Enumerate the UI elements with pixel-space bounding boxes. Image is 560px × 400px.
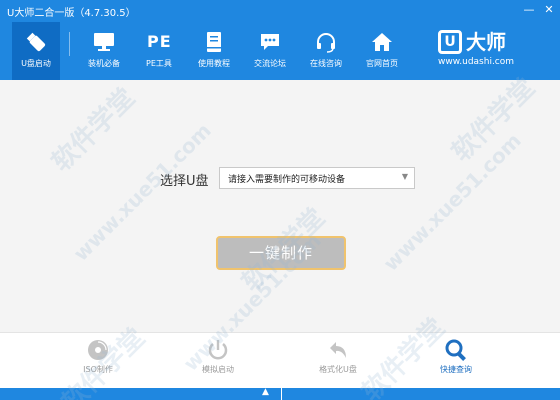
tool-simulate-boot[interactable]: 模拟启动: [178, 333, 258, 389]
nav-separator: [69, 32, 70, 56]
brand-logo: U 大师 www.udashi.com: [430, 30, 540, 70]
nav-item-label: PE工具: [146, 59, 172, 68]
monitor-icon: [94, 33, 114, 51]
nav-item-online-consult[interactable]: 在线咨询: [302, 22, 350, 80]
book-icon: [207, 32, 221, 52]
tool-label: 格式化U盘: [319, 365, 357, 374]
nav-item-home[interactable]: 官网首页: [358, 22, 406, 80]
brand-url: www.udashi.com: [438, 57, 515, 67]
nav-item-usb-boot[interactable]: U盘启动: [12, 22, 60, 80]
main-panel: 选择U盘 请接入需要制作的可移动设备 ▼ 一键制作: [0, 80, 560, 332]
pe-icon: PE: [147, 32, 172, 51]
tool-bar: ISO制作 模拟启动 格式化U盘 快捷查询: [0, 332, 560, 388]
close-button[interactable]: ✕: [542, 3, 556, 17]
disc-icon: [88, 340, 108, 360]
main-nav: U盘启动 装机必备 PE PE工具 使用教程 交流论坛 在线咨询 官网首页: [0, 22, 420, 80]
status-divider: [281, 388, 282, 400]
device-select[interactable]: 请接入需要制作的可移动设备 ▼: [219, 167, 415, 189]
power-icon: [208, 340, 228, 360]
expand-arrow-icon[interactable]: ▲: [262, 387, 269, 397]
one-click-make-button[interactable]: 一键制作: [216, 236, 346, 270]
brand-name: 大师: [466, 30, 506, 54]
usb-drive-icon: [26, 32, 46, 52]
select-usb-label: 选择U盘: [160, 174, 209, 189]
chevron-down-icon: ▼: [401, 172, 408, 181]
magnifier-icon: [445, 339, 466, 361]
device-select-value: 请接入需要制作的可移动设备: [228, 175, 346, 185]
nav-item-install-essentials[interactable]: 装机必备: [80, 22, 128, 80]
chat-bubble-icon: [261, 34, 279, 50]
nav-item-label: 交流论坛: [254, 59, 286, 68]
headset-icon: [317, 33, 335, 53]
minimize-button[interactable]: —: [522, 3, 536, 17]
home-icon: [372, 33, 392, 51]
tool-format-usb[interactable]: 格式化U盘: [298, 333, 378, 389]
tool-label: 快捷查询: [440, 365, 472, 374]
nav-item-tutorial[interactable]: 使用教程: [190, 22, 238, 80]
tool-quick-query[interactable]: 快捷查询: [416, 333, 496, 389]
tool-label: 模拟启动: [202, 365, 234, 374]
nav-item-label: 装机必备: [88, 59, 120, 68]
tool-iso-make[interactable]: ISO制作: [58, 333, 138, 389]
nav-item-forum[interactable]: 交流论坛: [246, 22, 294, 80]
nav-item-pe-tools[interactable]: PE PE工具: [135, 22, 183, 80]
nav-item-label: U盘启动: [21, 59, 51, 68]
tool-label: ISO制作: [83, 365, 113, 374]
app-title: U大师二合一版（4.7.30.5）: [7, 8, 136, 19]
header: U大师二合一版（4.7.30.5） — ✕ U盘启动 装机必备 PE PE工具 …: [0, 0, 560, 80]
title-bar[interactable]: U大师二合一版（4.7.30.5） — ✕: [0, 0, 560, 22]
nav-item-label: 使用教程: [198, 59, 230, 68]
undo-arrow-icon: [330, 342, 346, 358]
brand-mark: U: [438, 30, 462, 54]
status-bar: ▲: [0, 387, 560, 400]
nav-item-label: 在线咨询: [310, 59, 342, 68]
nav-item-label: 官网首页: [366, 59, 398, 68]
